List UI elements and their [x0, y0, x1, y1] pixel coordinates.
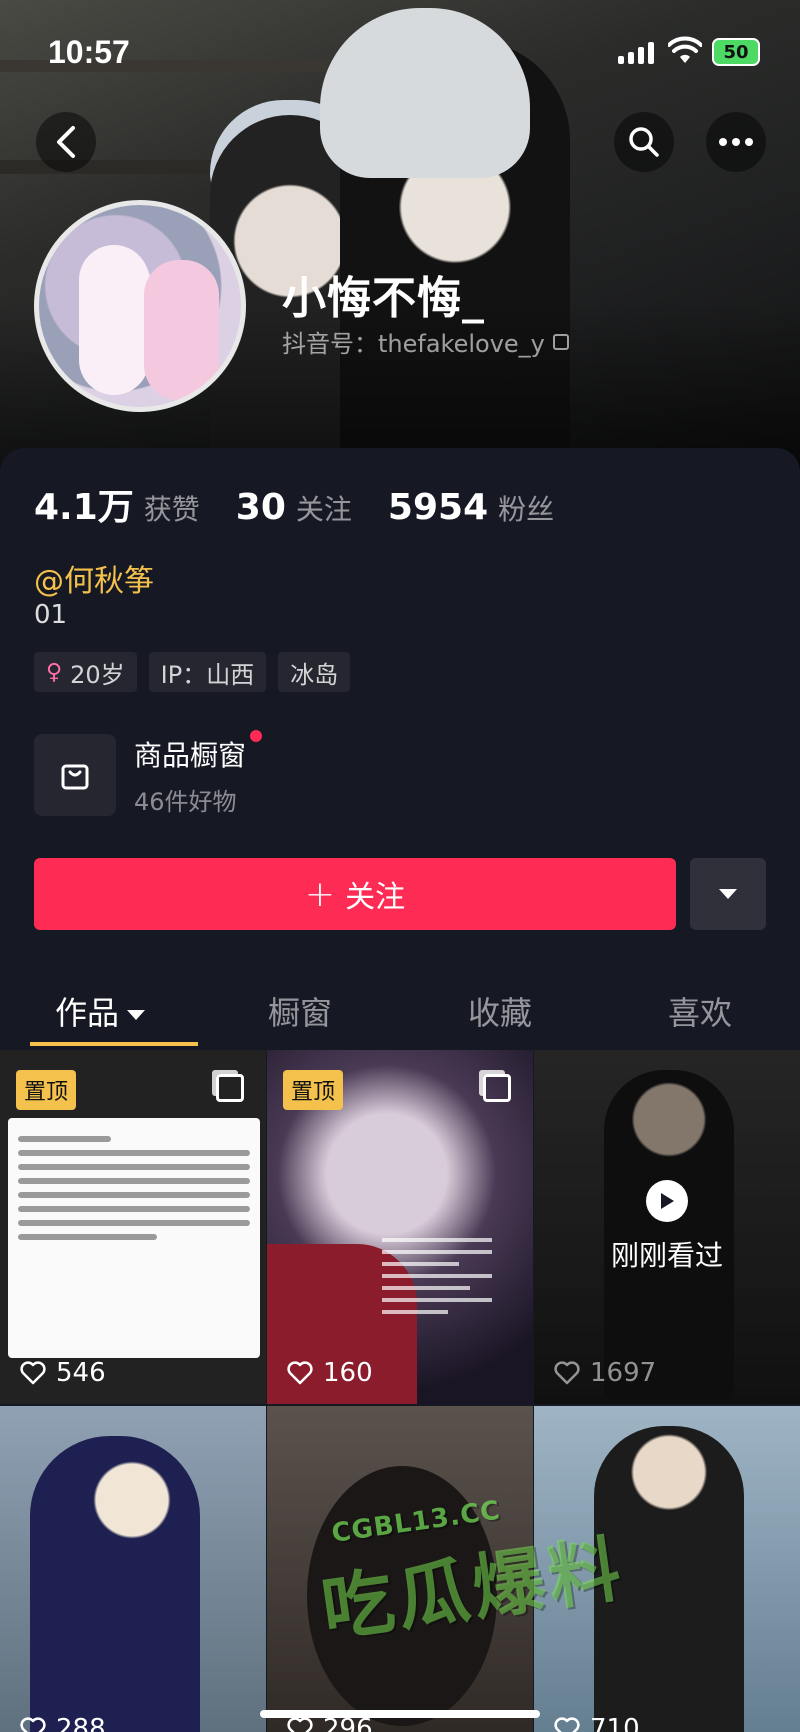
- caret-down-icon: [127, 1010, 145, 1020]
- tag-ip: IP：山西: [148, 652, 267, 692]
- tab-label: 橱窗: [267, 994, 332, 1032]
- heart-icon: [287, 1717, 313, 1732]
- like-count-value: 1697: [590, 1358, 657, 1388]
- tab-label: 作品: [54, 994, 119, 1032]
- tag-label: 冰岛: [290, 660, 339, 689]
- chevron-left-icon: [57, 126, 75, 158]
- female-icon: ♀: [46, 659, 63, 685]
- notification-dot: [250, 729, 263, 742]
- douyin-id[interactable]: 抖音号：thefakelove_y: [282, 324, 569, 359]
- search-icon: [629, 127, 659, 157]
- recommend-dropdown-button[interactable]: [690, 858, 766, 930]
- follow-button[interactable]: + 关注: [34, 858, 676, 930]
- tab-shop-window[interactable]: 橱窗: [200, 970, 400, 1048]
- shopping-bag-icon: [34, 734, 116, 816]
- bio-text: 01: [34, 600, 68, 630]
- like-count: 1697: [554, 1358, 656, 1388]
- content-tabs: 作品 橱窗 收藏 喜欢: [0, 970, 800, 1048]
- like-count: 546: [20, 1358, 106, 1388]
- tag-label: IP：山西: [160, 660, 255, 689]
- plus-icon: +: [304, 873, 336, 915]
- shop-subtitle: 46件好物: [134, 787, 237, 816]
- stat-value: 5954: [387, 487, 489, 528]
- profile-stats: 4.1万 获赞 30 关注 5954 粉丝: [34, 478, 554, 530]
- like-count-value: 160: [323, 1358, 373, 1388]
- tag-age: ♀ 20岁: [34, 652, 137, 692]
- stat-label: 获赞: [143, 493, 200, 526]
- search-button[interactable]: [614, 112, 674, 172]
- bio-mention-link[interactable]: @何秋筝: [34, 556, 154, 600]
- more-button[interactable]: [706, 112, 766, 172]
- heart-icon: [20, 1361, 46, 1385]
- video-thumbnail[interactable]: 288: [0, 1406, 266, 1732]
- stat-value: 4.1万: [34, 487, 134, 528]
- like-count-value: 546: [56, 1358, 106, 1388]
- video-thumbnail[interactable]: 置顶 160: [267, 1050, 533, 1404]
- multi-image-icon: [483, 1074, 511, 1102]
- tag-location[interactable]: 冰岛: [278, 652, 351, 692]
- home-indicator: [260, 1710, 540, 1718]
- like-count-value: 710: [590, 1714, 640, 1732]
- heart-icon: [554, 1361, 580, 1385]
- stat-followers[interactable]: 5954 粉丝: [388, 487, 554, 528]
- like-count: 160: [287, 1358, 373, 1388]
- tab-works[interactable]: 作品: [0, 970, 200, 1048]
- heart-icon: [20, 1717, 46, 1732]
- stat-value: 30: [235, 487, 286, 528]
- tag-label: 20岁: [70, 660, 125, 689]
- multi-image-icon: [216, 1074, 244, 1102]
- cellular-signal-icon: [618, 40, 654, 64]
- recently-watched-overlay: 刚刚看过: [534, 1050, 800, 1404]
- stat-likes[interactable]: 4.1万 获赞: [34, 478, 200, 530]
- video-thumbnail[interactable]: 刚刚看过 1697: [534, 1050, 800, 1404]
- copy-icon[interactable]: [552, 333, 569, 350]
- heart-icon: [554, 1717, 580, 1732]
- like-count: 288: [20, 1714, 106, 1732]
- play-icon: [646, 1180, 688, 1222]
- like-count: 710: [554, 1714, 640, 1732]
- back-button[interactable]: [36, 112, 96, 172]
- video-thumbnail[interactable]: 置顶 546: [0, 1050, 266, 1404]
- stat-label: 关注: [295, 493, 352, 526]
- active-tab-indicator: [30, 1042, 198, 1046]
- avatar[interactable]: [34, 200, 246, 412]
- tab-likes[interactable]: 喜欢: [600, 970, 800, 1048]
- pinned-badge: 置顶: [283, 1070, 344, 1110]
- battery-icon: 50: [712, 38, 760, 66]
- pinned-badge: 置顶: [16, 1070, 77, 1110]
- douyin-id-text: 抖音号：thefakelove_y: [282, 330, 545, 358]
- shop-title: 商品橱窗: [134, 738, 247, 772]
- status-bar: 10:57 50: [0, 0, 800, 100]
- status-time: 10:57: [48, 34, 130, 70]
- wifi-icon: [668, 36, 702, 63]
- follow-label: 关注: [345, 880, 406, 915]
- profile-name: 小悔不悔_: [282, 273, 485, 324]
- profile-tags: ♀ 20岁 IP：山西 冰岛: [34, 652, 351, 692]
- note-screenshot-image: [8, 1118, 260, 1358]
- stat-following[interactable]: 30 关注: [236, 487, 352, 528]
- more-dots-icon: [719, 138, 753, 146]
- shop-window-entry[interactable]: 商品橱窗 46件好物: [34, 729, 534, 816]
- recently-watched-label: 刚刚看过: [610, 1239, 723, 1272]
- heart-icon: [287, 1361, 313, 1385]
- tab-label: 收藏: [467, 994, 532, 1032]
- stat-label: 粉丝: [498, 493, 555, 526]
- caret-down-icon: [719, 889, 737, 899]
- tab-favorites[interactable]: 收藏: [400, 970, 600, 1048]
- like-count-value: 288: [56, 1714, 106, 1732]
- tab-label: 喜欢: [667, 994, 732, 1032]
